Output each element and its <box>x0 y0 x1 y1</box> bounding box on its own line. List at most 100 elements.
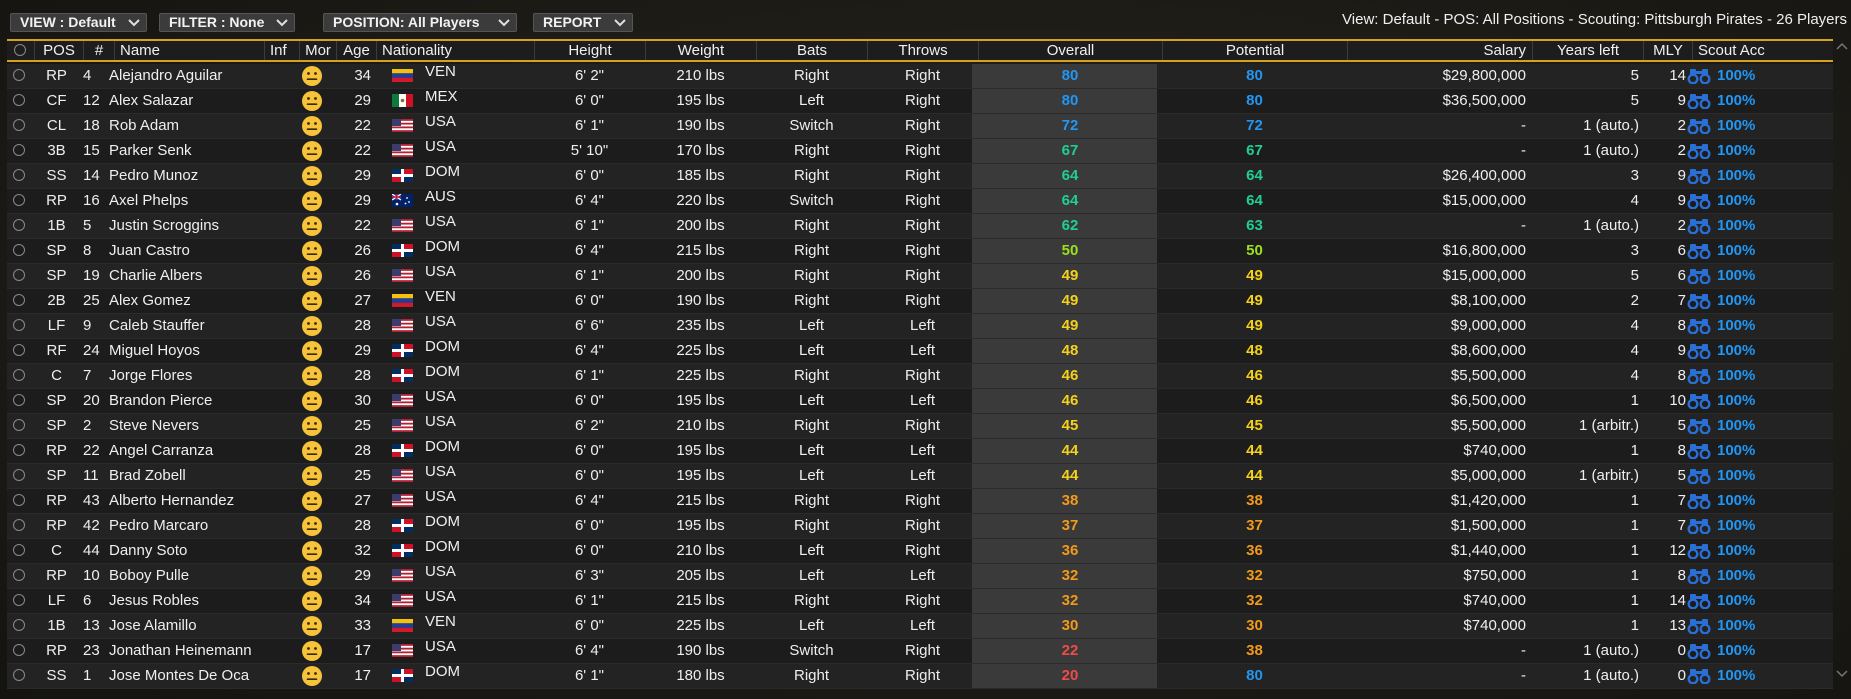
player-name[interactable]: Charlie Albers <box>109 264 264 288</box>
select-all-radio[interactable] <box>14 44 26 56</box>
row-select-radio[interactable] <box>13 94 25 106</box>
binoculars-icon[interactable] <box>1687 518 1711 534</box>
table-row[interactable]: RP 10 Boboy Pulle 29 USA 6' 3" 205 lbs Left Left… <box>7 563 1833 589</box>
table-row[interactable]: 1B 5 Justin Scroggins 22 USA 6' 1" 200 lbs Righ… <box>7 213 1833 239</box>
header-height[interactable]: Height <box>534 41 645 60</box>
player-name[interactable]: Justin Scroggins <box>109 214 264 238</box>
row-select-radio[interactable] <box>13 569 25 581</box>
player-name[interactable]: Jorge Flores <box>109 364 264 388</box>
row-select-radio[interactable] <box>13 669 25 681</box>
binoculars-icon[interactable] <box>1687 393 1711 409</box>
player-name[interactable]: Jose Alamillo <box>109 614 264 638</box>
table-row[interactable]: 3B 15 Parker Senk 22 USA 5' 10" 170 lbs Right Ri… <box>7 138 1833 164</box>
binoculars-icon[interactable] <box>1687 243 1711 259</box>
table-row[interactable]: 2B 25 Alex Gomez 27 VEN 6' 0" 190 lbs Right Righ… <box>7 288 1833 314</box>
table-row[interactable]: SP 20 Brandon Pierce 30 USA 6' 0" 195 lbs Left L… <box>7 388 1833 414</box>
binoculars-icon[interactable] <box>1687 593 1711 609</box>
header-number[interactable]: # <box>83 41 114 60</box>
table-row[interactable]: SS 1 Jose Montes De Oca 17 DOM 6' 1" 180 lbs Ri… <box>7 663 1833 689</box>
table-row[interactable]: CF 12 Alex Salazar 29 MEX 6' 0" 195 lbs Left Rig… <box>7 88 1833 114</box>
position-dropdown[interactable]: POSITION: All Players <box>323 13 517 32</box>
header-inf[interactable]: Inf <box>264 41 299 60</box>
row-select-radio[interactable] <box>13 219 25 231</box>
row-select-radio[interactable] <box>13 619 25 631</box>
binoculars-icon[interactable] <box>1687 618 1711 634</box>
player-name[interactable]: Brad Zobell <box>109 464 264 488</box>
binoculars-icon[interactable] <box>1687 568 1711 584</box>
header-scout-acc[interactable]: Scout Acc <box>1692 41 1833 60</box>
header-potential[interactable]: Potential <box>1162 41 1347 60</box>
header-pos[interactable]: POS <box>34 41 83 60</box>
table-row[interactable]: SP 2 Steve Nevers 25 USA 6' 2" 210 lbs Right Rig… <box>7 413 1833 439</box>
header-bats[interactable]: Bats <box>756 41 867 60</box>
row-select-radio[interactable] <box>13 394 25 406</box>
player-name[interactable]: Jonathan Heinemann <box>109 639 264 663</box>
row-select-radio[interactable] <box>13 369 25 381</box>
table-row[interactable]: LF 9 Caleb Stauffer 28 USA 6' 6" 235 lbs Left Le… <box>7 313 1833 339</box>
table-row[interactable]: SP 11 Brad Zobell 25 USA 6' 0" 195 lbs Left Left… <box>7 463 1833 489</box>
binoculars-icon[interactable] <box>1687 343 1711 359</box>
table-row[interactable]: RP 43 Alberto Hernandez 27 USA 6' 4" 215 lbs Ri… <box>7 488 1833 514</box>
row-select-radio[interactable] <box>13 294 25 306</box>
row-select-radio[interactable] <box>13 144 25 156</box>
header-name[interactable]: Name <box>114 41 264 60</box>
header-throws[interactable]: Throws <box>867 41 978 60</box>
table-row[interactable]: RP 4 Alejandro Aguilar 34 VEN 6' 2" 210 lbs Rig… <box>7 63 1833 89</box>
header-overall[interactable]: Overall <box>978 41 1162 60</box>
table-row[interactable]: RP 16 Axel Phelps 29 AUS 6' 4" 220 lbs Switch Ri… <box>7 188 1833 214</box>
player-name[interactable]: Alejandro Aguilar <box>109 64 264 88</box>
binoculars-icon[interactable] <box>1687 168 1711 184</box>
table-row[interactable]: RF 24 Miguel Hoyos 29 DOM 6' 4" 225 lbs Left Lef… <box>7 338 1833 364</box>
table-row[interactable]: C 7 Jorge Flores 28 DOM 6' 1" 225 lbs Right Righ… <box>7 363 1833 389</box>
player-name[interactable]: Juan Castro <box>109 239 264 263</box>
player-name[interactable]: Caleb Stauffer <box>109 314 264 338</box>
player-name[interactable]: Angel Carranza <box>109 439 264 463</box>
player-name[interactable]: Jesus Robles <box>109 589 264 613</box>
table-row[interactable]: SP 19 Charlie Albers 26 USA 6' 1" 200 lbs Right… <box>7 263 1833 289</box>
row-select-radio[interactable] <box>13 494 25 506</box>
row-select-radio[interactable] <box>13 119 25 131</box>
filter-dropdown[interactable]: FILTER : None <box>159 13 295 32</box>
player-name[interactable]: Parker Senk <box>109 139 264 163</box>
player-name[interactable]: Miguel Hoyos <box>109 339 264 363</box>
binoculars-icon[interactable] <box>1687 443 1711 459</box>
row-select-radio[interactable] <box>13 194 25 206</box>
scroll-down-icon[interactable] <box>1836 670 1848 678</box>
row-select-radio[interactable] <box>13 244 25 256</box>
binoculars-icon[interactable] <box>1687 293 1711 309</box>
player-name[interactable]: Alex Salazar <box>109 89 264 113</box>
view-dropdown[interactable]: VIEW : Default <box>10 13 147 32</box>
row-select-radio[interactable] <box>13 469 25 481</box>
table-row[interactable]: SP 8 Juan Castro 26 DOM 6' 4" 215 lbs Right Righ… <box>7 238 1833 264</box>
row-select-radio[interactable] <box>13 419 25 431</box>
player-name[interactable]: Steve Nevers <box>109 414 264 438</box>
binoculars-icon[interactable] <box>1687 643 1711 659</box>
select-all-cell[interactable] <box>7 41 34 60</box>
row-select-radio[interactable] <box>13 544 25 556</box>
header-age[interactable]: Age <box>336 41 376 60</box>
binoculars-icon[interactable] <box>1687 368 1711 384</box>
row-select-radio[interactable] <box>13 319 25 331</box>
header-mly[interactable]: MLY <box>1643 41 1692 60</box>
table-row[interactable]: C 44 Danny Soto 32 DOM 6' 0" 210 lbs Left Right 3… <box>7 538 1833 564</box>
player-name[interactable]: Pedro Marcaro <box>109 514 264 538</box>
player-name[interactable]: Danny Soto <box>109 539 264 563</box>
scroll-up-icon[interactable] <box>1836 42 1848 50</box>
binoculars-icon[interactable] <box>1687 143 1711 159</box>
binoculars-icon[interactable] <box>1687 118 1711 134</box>
table-row[interactable]: RP 22 Angel Carranza 28 DOM 6' 0" 195 lbs Left L… <box>7 438 1833 464</box>
player-name[interactable]: Axel Phelps <box>109 189 264 213</box>
binoculars-icon[interactable] <box>1687 193 1711 209</box>
header-nationality[interactable]: Nationality <box>376 41 534 60</box>
table-row[interactable]: RP 23 Jonathan Heinemann 17 USA 6' 4" 190 lbs S… <box>7 638 1833 664</box>
report-dropdown[interactable]: REPORT <box>533 13 633 32</box>
header-weight[interactable]: Weight <box>645 41 756 60</box>
table-row[interactable]: RP 42 Pedro Marcaro 28 DOM 6' 0" 195 lbs Right R… <box>7 513 1833 539</box>
row-select-radio[interactable] <box>13 444 25 456</box>
player-name[interactable]: Boboy Pulle <box>109 564 264 588</box>
player-name[interactable]: Jose Montes De Oca <box>109 664 264 688</box>
binoculars-icon[interactable] <box>1687 493 1711 509</box>
binoculars-icon[interactable] <box>1687 418 1711 434</box>
row-select-radio[interactable] <box>13 69 25 81</box>
binoculars-icon[interactable] <box>1687 468 1711 484</box>
